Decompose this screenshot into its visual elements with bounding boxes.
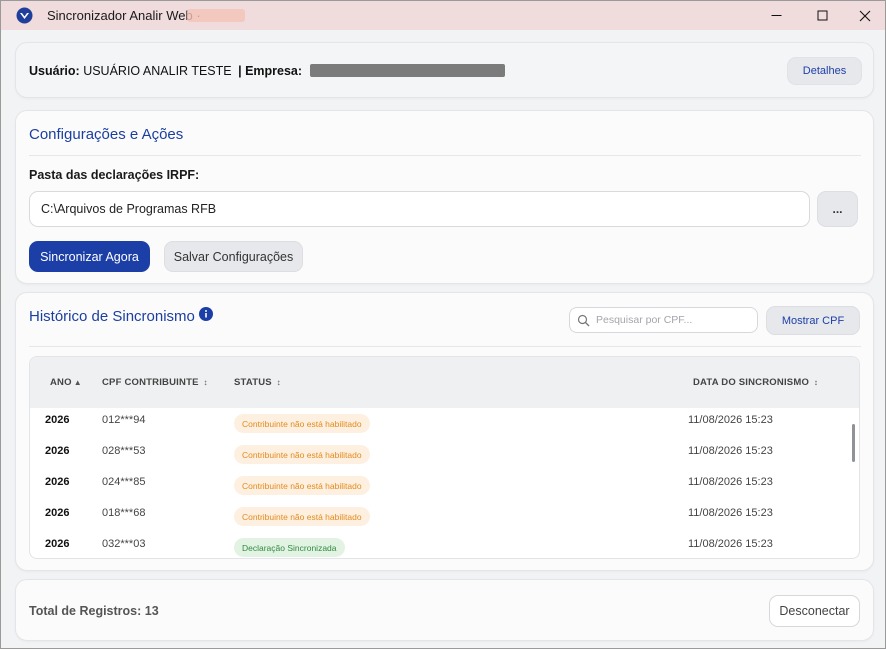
company-label: Empresa: [245, 64, 303, 78]
cell-cpf: 028***53 [102, 445, 146, 457]
show-cpf-button[interactable]: Mostrar CPF [766, 306, 860, 335]
column-header-status[interactable]: STATUS ↕ [234, 377, 281, 388]
search-box [569, 307, 758, 333]
table-row[interactable]: 2026 018***68 Contribuinte não está habi… [30, 501, 859, 532]
table-row[interactable]: 2026 032***03 Declaração Sincronizada 11… [30, 532, 859, 558]
browse-folder-button[interactable]: ... [817, 191, 858, 227]
column-header-ano[interactable]: ANO ▲ [50, 377, 82, 388]
app-window: Sincronizador Analir Web · Usuário: USUÁ… [0, 0, 886, 649]
user-info-card: Usuário: USUÁRIO ANALIR TESTE | Empresa:… [15, 42, 874, 98]
title-redaction [187, 9, 245, 22]
cell-cpf: 032***03 [102, 538, 146, 550]
history-divider [29, 346, 861, 347]
table-row[interactable]: 2026 028***53 Contribuinte não está habi… [30, 439, 859, 470]
cell-ano: 2026 [45, 445, 70, 457]
cell-cpf: 024***85 [102, 476, 146, 488]
sync-now-button[interactable]: Sincronizar Agora [29, 241, 150, 272]
config-section-title: Configurações e Ações [29, 126, 184, 143]
cell-ano: 2026 [45, 414, 70, 426]
cell-date: 11/08/2026 15:23 [688, 414, 773, 426]
table-row[interactable]: 2026 024***85 Contribuinte não está habi… [30, 470, 859, 501]
column-data-label: DATA DO SINCRONISMO [693, 377, 810, 388]
table-row[interactable]: 2026 012***94 Contribuinte não está habi… [30, 408, 859, 439]
table-header: ANO ▲ CPF CONTRIBUINTE ↕ STATUS ↕ DATA DO… [30, 357, 859, 408]
sort-icon: ↕ [813, 378, 819, 387]
details-button[interactable]: Detalhes [787, 57, 862, 85]
folder-path-field[interactable]: C:\Arquivos de Programas RFB [29, 191, 810, 227]
minimize-button[interactable] [753, 1, 799, 30]
history-table: ANO ▲ CPF CONTRIBUINTE ↕ STATUS ↕ DATA DO… [29, 356, 860, 559]
table-body: 2026 012***94 Contribuinte não está habi… [30, 408, 859, 558]
company-name-redacted [309, 64, 505, 77]
user-info-line: Usuário: USUÁRIO ANALIR TESTE | Empresa: [29, 64, 505, 78]
app-logo-icon [16, 7, 33, 24]
cell-ano: 2026 [45, 476, 70, 488]
cell-date: 11/08/2026 15:23 [688, 476, 773, 488]
cell-cpf: 018***68 [102, 507, 146, 519]
sort-icon: ↕ [203, 378, 208, 387]
maximize-button[interactable] [799, 1, 845, 30]
total-records: Total de Registros: 13 [29, 604, 159, 618]
folder-label: Pasta das declarações IRPF: [29, 168, 200, 182]
history-card: Histórico de Sincronismo Mostrar CPF ANO… [15, 292, 874, 571]
table-scrollbar[interactable] [852, 424, 855, 462]
column-ano-label: ANO [50, 377, 72, 388]
history-section-title: Histórico de Sincronismo [29, 308, 195, 325]
status-badge: Contribuinte não está habilitado [234, 507, 370, 526]
window-title: Sincronizador Analir Web · [47, 8, 201, 23]
status-badge: Contribuinte não está habilitado [234, 414, 370, 433]
column-cpf-label: CPF CONTRIBUINTE [102, 377, 199, 388]
save-settings-button[interactable]: Salvar Configurações [164, 241, 303, 272]
status-badge: Contribuinte não está habilitado [234, 476, 370, 495]
sort-asc-icon: ▲ [73, 378, 82, 387]
disconnect-button[interactable]: Desconectar [769, 595, 860, 627]
cell-ano: 2026 [45, 538, 70, 550]
close-button[interactable] [842, 1, 886, 30]
minimize-icon [771, 15, 781, 16]
maximize-icon [817, 10, 827, 21]
status-badge: Contribuinte não está habilitado [234, 445, 370, 464]
config-card: Configurações e Ações Pasta das declaraç… [15, 110, 874, 284]
info-icon[interactable] [199, 307, 213, 321]
search-icon [577, 314, 590, 327]
cell-ano: 2026 [45, 507, 70, 519]
close-icon [859, 10, 871, 21]
status-badge: Declaração Sincronizada [234, 538, 345, 557]
cell-cpf: 012***94 [102, 414, 146, 426]
sort-icon: ↕ [276, 378, 281, 387]
cell-date: 11/08/2026 15:23 [688, 538, 773, 550]
column-status-label: STATUS [234, 377, 272, 388]
config-divider [29, 155, 861, 156]
user-label: Usuário: [29, 64, 80, 78]
footer-card: Total de Registros: 13 Desconectar [15, 579, 874, 641]
title-bar: Sincronizador Analir Web · [1, 1, 885, 30]
cell-date: 11/08/2026 15:23 [688, 507, 773, 519]
info-separator: | [238, 64, 242, 78]
cell-date: 11/08/2026 15:23 [688, 445, 773, 457]
user-name: USUÁRIO ANALIR TESTE [83, 64, 232, 78]
cpf-search-input[interactable] [596, 308, 754, 332]
column-header-cpf[interactable]: CPF CONTRIBUINTE ↕ [102, 377, 208, 388]
column-header-data[interactable]: DATA DO SINCRONISMO ↕ [693, 377, 818, 388]
